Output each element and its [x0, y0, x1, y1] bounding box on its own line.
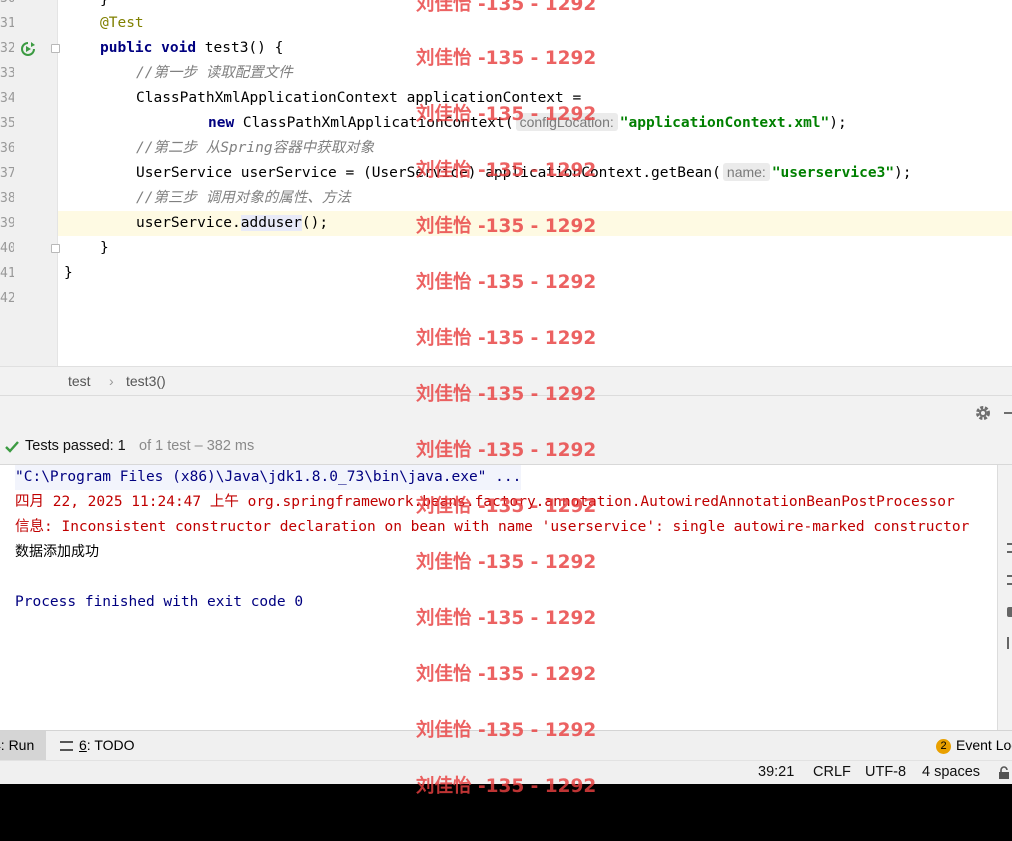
- code-comment: //第一步 读取配置文件: [136, 65, 293, 81]
- breadcrumb: test › test3(): [0, 366, 1012, 396]
- method-signature: test3() {: [196, 40, 284, 56]
- code-line-current[interactable]: userService.adduser();: [58, 211, 1012, 236]
- indent-setting[interactable]: 4 spaces: [922, 764, 980, 780]
- line-number: 38: [0, 191, 14, 206]
- lock-icon[interactable]: [998, 766, 1010, 779]
- code-token: );: [894, 165, 912, 181]
- gear-icon[interactable]: [974, 404, 992, 422]
- run-test-icon[interactable]: [20, 41, 36, 57]
- line-number: 33: [0, 66, 14, 81]
- test-annotation: @Test: [100, 15, 144, 31]
- test-status-bar: Tests passed: 1 of 1 test – 382 ms: [0, 430, 1012, 465]
- line-number: 40: [0, 241, 14, 256]
- code-comment: //第二步 从Spring容器中获取对象: [136, 140, 375, 156]
- run-panel-header: [0, 396, 1012, 431]
- code-token: }: [64, 265, 73, 281]
- line-number: 35: [0, 116, 14, 131]
- code-token: );: [829, 115, 847, 131]
- console-line: 信息: Inconsistent constructor declaration…: [15, 519, 970, 535]
- string-literal: "userservice3": [771, 165, 895, 181]
- code-token: }: [100, 0, 109, 8]
- caret-position[interactable]: 39:21: [758, 764, 794, 780]
- tab-run[interactable]: 4: Run: [0, 731, 46, 760]
- line-number: 37: [0, 166, 14, 181]
- line-separator[interactable]: CRLF: [813, 764, 851, 780]
- code-comment: //第三步 调用对象的属性、方法: [136, 190, 351, 206]
- keyword: new: [208, 115, 235, 131]
- editor-gutter: 30 31 32 33 34 35 36 37 38 39 40 41 42: [0, 0, 60, 366]
- line-number: 32: [0, 41, 14, 56]
- console-line: 四月 22, 2025 11:24:47 上午 org.springframew…: [15, 494, 955, 510]
- code-line: }: [58, 236, 1012, 261]
- string-literal: "applicationContext.xml": [619, 115, 830, 131]
- code-line: new ClassPathXmlApplicationContext(confi…: [58, 111, 1012, 136]
- console-side-toolbar: [997, 465, 1012, 730]
- breadcrumb-item-class[interactable]: test: [68, 373, 91, 389]
- event-count-badge: 2: [936, 739, 951, 754]
- check-icon: [5, 441, 19, 453]
- code-line: public void test3() {: [58, 36, 1012, 61]
- code-token: ClassPathXmlApplicationContext(: [234, 115, 514, 131]
- list-icon: [60, 741, 73, 751]
- code-token: UserService userService = (UserService) …: [136, 165, 721, 181]
- tab-todo-label: : TODO: [86, 737, 135, 753]
- file-encoding[interactable]: UTF-8: [865, 764, 906, 780]
- scroll-to-end-icon[interactable]: [1007, 575, 1012, 585]
- line-number: 36: [0, 141, 14, 156]
- line-number: 41: [0, 266, 14, 281]
- code-editor[interactable]: 30 31 32 33 34 35 36 37 38 39 40 41 42 }…: [0, 0, 1012, 366]
- tab-run-label: 4: Run: [0, 737, 35, 753]
- status-bar: 39:21 CRLF UTF-8 4 spaces: [0, 760, 1012, 784]
- code-line: @Test: [58, 11, 1012, 36]
- black-screen-area: [0, 784, 1012, 841]
- code-line: //第三步 调用对象的属性、方法: [58, 186, 1012, 211]
- code-line: }: [58, 261, 1012, 286]
- console-line: 数据添加成功: [15, 544, 99, 560]
- tab-event-log-label: Event Log: [956, 737, 1012, 753]
- tab-todo-number: 6: [79, 737, 87, 753]
- keyword: void: [161, 40, 197, 56]
- line-number: 31: [0, 16, 14, 31]
- print-icon[interactable]: [1007, 607, 1012, 617]
- minimize-icon[interactable]: [1004, 412, 1012, 414]
- code-token: }: [100, 240, 109, 256]
- tests-detail: of 1 test – 382 ms: [139, 438, 255, 454]
- code-token: ();: [301, 215, 329, 231]
- code-line: ClassPathXmlApplicationContext applicati…: [58, 86, 1012, 111]
- console-line: "C:\Program Files (x86)\Java\jdk1.8.0_73…: [15, 465, 522, 490]
- method-call[interactable]: adduser: [240, 215, 302, 231]
- code-line: //第二步 从Spring容器中获取对象: [58, 136, 1012, 161]
- code-token: userService.: [136, 215, 241, 231]
- code-token: ClassPathXmlApplicationContext applicati…: [136, 90, 582, 106]
- chevron-right-icon: ›: [109, 373, 114, 389]
- soft-wrap-icon[interactable]: [1007, 543, 1012, 553]
- tab-todo[interactable]: 6: TODO: [60, 731, 135, 760]
- line-number: 42: [0, 291, 14, 306]
- tests-passed-label: Tests passed: 1: [25, 438, 126, 454]
- console-line: Process finished with exit code 0: [15, 594, 304, 610]
- clear-all-icon[interactable]: [1007, 637, 1012, 649]
- parameter-hint: name:: [722, 163, 770, 181]
- tab-event-log[interactable]: 2 Event Log: [936, 731, 1012, 760]
- line-number: 34: [0, 91, 14, 106]
- code-line: //第一步 读取配置文件: [58, 61, 1012, 86]
- tool-window-bar: 4: Run 6: TODO 2 Event Log: [0, 730, 1012, 760]
- run-tool-window: Tests passed: 1 of 1 test – 382 ms "C:\P…: [0, 396, 1012, 730]
- parameter-hint: configLocation:: [515, 113, 618, 131]
- line-number: 30: [0, 0, 14, 6]
- code-line: UserService userService = (UserService) …: [58, 161, 1012, 186]
- breadcrumb-item-method[interactable]: test3(): [126, 373, 166, 389]
- line-number: 39: [0, 216, 14, 231]
- keyword: public: [100, 40, 153, 56]
- console-output[interactable]: "C:\Program Files (x86)\Java\jdk1.8.0_73…: [0, 465, 997, 730]
